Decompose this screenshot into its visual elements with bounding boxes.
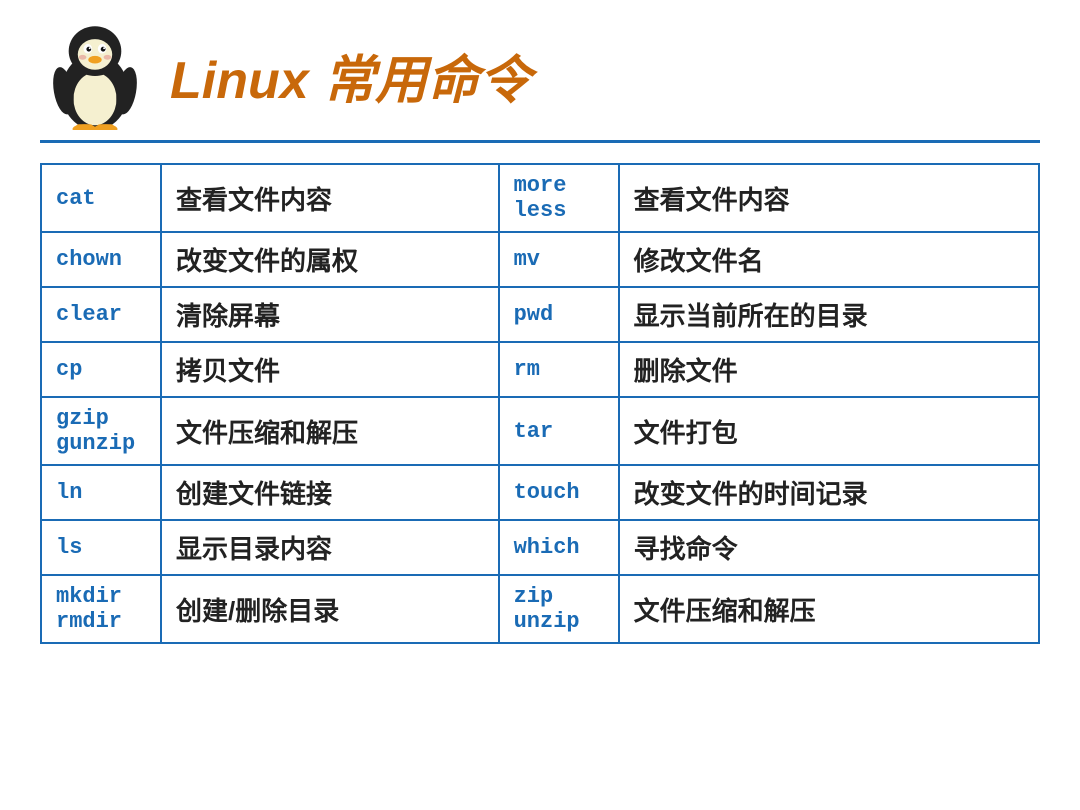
command-cell: zip unzip: [499, 575, 619, 643]
table-row: clear清除屏幕pwd显示当前所在的目录: [41, 287, 1039, 342]
description-cell: 改变文件的时间记录: [619, 465, 1039, 520]
command-cell: touch: [499, 465, 619, 520]
description-cell: 清除屏幕: [161, 287, 499, 342]
command-cell: ls: [41, 520, 161, 575]
description-cell: 显示目录内容: [161, 520, 499, 575]
table-row: chown改变文件的属权mv修改文件名: [41, 232, 1039, 287]
command-cell: rm: [499, 342, 619, 397]
command-cell: pwd: [499, 287, 619, 342]
command-cell: cat: [41, 164, 161, 232]
description-cell: 文件压缩和解压: [619, 575, 1039, 643]
description-cell: 拷贝文件: [161, 342, 499, 397]
page-title: Linux 常用命令: [170, 38, 531, 113]
command-cell: clear: [41, 287, 161, 342]
command-cell: more less: [499, 164, 619, 232]
description-cell: 改变文件的属权: [161, 232, 499, 287]
command-cell: chown: [41, 232, 161, 287]
command-cell: cp: [41, 342, 161, 397]
table-row: ln创建文件链接touch改变文件的时间记录: [41, 465, 1039, 520]
table-row: gzip gunzip文件压缩和解压tar文件打包: [41, 397, 1039, 465]
header: Linux 常用命令: [40, 20, 1040, 143]
description-cell: 创建文件链接: [161, 465, 499, 520]
command-cell: mv: [499, 232, 619, 287]
command-cell: tar: [499, 397, 619, 465]
description-cell: 查看文件内容: [161, 164, 499, 232]
description-cell: 寻找命令: [619, 520, 1039, 575]
description-cell: 删除文件: [619, 342, 1039, 397]
commands-table: cat查看文件内容more less查看文件内容chown改变文件的属权mv修改…: [40, 163, 1040, 644]
command-cell: mkdir rmdir: [41, 575, 161, 643]
page: Linux 常用命令 cat查看文件内容more less查看文件内容chown…: [0, 0, 1080, 810]
description-cell: 文件打包: [619, 397, 1039, 465]
table-row: cp拷贝文件rm删除文件: [41, 342, 1039, 397]
description-cell: 显示当前所在的目录: [619, 287, 1039, 342]
table-row: mkdir rmdir创建/删除目录zip unzip文件压缩和解压: [41, 575, 1039, 643]
command-cell: gzip gunzip: [41, 397, 161, 465]
description-cell: 修改文件名: [619, 232, 1039, 287]
command-cell: ln: [41, 465, 161, 520]
description-cell: 文件压缩和解压: [161, 397, 499, 465]
command-cell: which: [499, 520, 619, 575]
table-row: ls显示目录内容which寻找命令: [41, 520, 1039, 575]
table-row: cat查看文件内容more less查看文件内容: [41, 164, 1039, 232]
description-cell: 创建/删除目录: [161, 575, 499, 643]
description-cell: 查看文件内容: [619, 164, 1039, 232]
tux-icon: [40, 20, 150, 130]
